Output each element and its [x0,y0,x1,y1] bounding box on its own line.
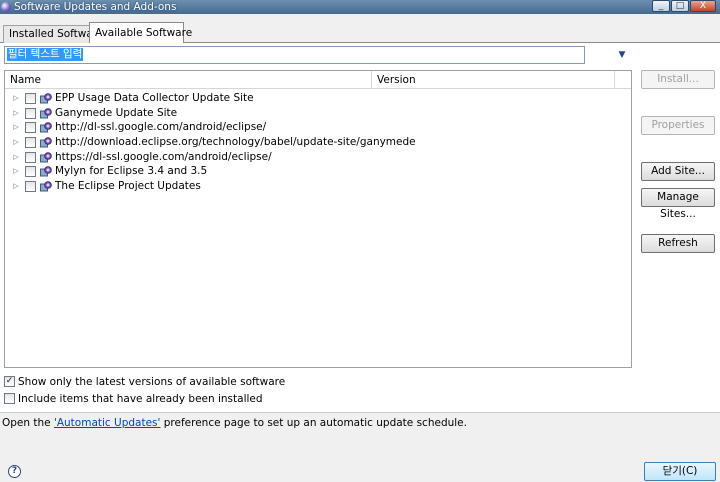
hint-suffix: preference page to set up an automatic u… [160,417,467,429]
update-site-icon [40,181,52,192]
row-name: https://dl-ssl.google.com/android/eclips… [55,150,272,163]
table-row[interactable]: ▷ Mylyn for Eclipse 3.4 and 3.5 [5,164,631,179]
add-site-button[interactable]: Add Site... [641,162,715,181]
close-button[interactable]: 닫기(C) [644,462,716,481]
row-checkbox[interactable] [25,107,36,119]
update-site-icon [40,166,52,177]
filter-input[interactable]: 필터 텍스트 입력 [4,46,585,64]
install-button[interactable]: Install... [641,70,715,89]
row-checkbox[interactable] [25,137,36,149]
row-checkbox[interactable] [25,93,36,104]
automatic-updates-hint: Open the 'Automatic Updates' preference … [2,416,467,430]
tab-installed-software[interactable]: Installed Software [3,25,103,43]
manage-sites-button[interactable]: Manage Sites... [641,188,715,220]
row-name: http://dl-ssl.google.com/android/eclipse… [55,121,267,134]
tab-available-software[interactable]: Available Software [89,22,192,43]
expand-triangle-icon[interactable]: ▷ [12,135,20,150]
automatic-updates-link[interactable]: 'Automatic Updates' [54,417,160,429]
row-name: http://download.eclipse.org/technology/b… [55,136,416,149]
table-row[interactable]: ▷ http://dl-ssl.google.com/android/eclips… [5,120,631,135]
divider [0,412,720,413]
row-name: Mylyn for Eclipse 3.4 and 3.5 [55,165,208,178]
table-row[interactable]: ▷ https://dl-ssl.google.com/android/eclip… [5,150,631,165]
table-row[interactable]: ▷ The Eclipse Project Updates [5,179,631,194]
title-bar: Software Updates and Add-ons _ □ X [0,0,720,14]
update-site-icon [40,93,52,104]
tab-label: Available Software [95,27,193,39]
row-checkbox[interactable] [25,181,36,193]
update-site-icon [40,151,52,163]
expand-triangle-icon[interactable]: ▷ [12,120,20,135]
close-window-button[interactable]: X [690,0,716,12]
expand-triangle-icon[interactable]: ▷ [12,179,20,194]
eclipse-icon [1,2,11,12]
expand-triangle-icon[interactable]: ▷ [12,106,20,121]
row-name: EPP Usage Data Collector Update Site [55,92,254,104]
row-checkbox[interactable] [25,166,36,178]
minimize-button[interactable]: _ [652,0,670,12]
expand-triangle-icon[interactable]: ▷ [12,91,20,106]
row-name: Ganymede Update Site [55,106,178,119]
window-controls: _ □ X [651,0,716,14]
include-installed-label: Include items that have already been ins… [18,393,263,405]
available-sites-tree[interactable]: Name Version ▷ EPP Usage Data Collector U… [4,70,632,368]
help-icon[interactable]: ? [8,465,21,478]
show-latest-checkbox[interactable]: ✓ [4,376,15,387]
update-site-icon [40,107,52,119]
tree-header: Name Version [5,71,631,89]
filter-text: 필터 텍스트 입력 [7,48,84,61]
row-name: The Eclipse Project Updates [55,180,201,193]
expand-triangle-icon[interactable]: ▷ [12,164,20,179]
table-row[interactable]: ▷ EPP Usage Data Collector Update Site [5,91,631,106]
chevron-down-icon[interactable]: ▼ [616,50,628,60]
row-checkbox[interactable] [25,151,36,163]
column-header-name[interactable]: Name [5,71,372,89]
expand-triangle-icon[interactable]: ▷ [12,150,20,165]
refresh-button[interactable]: Refresh [641,234,715,253]
tree-rows: ▷ EPP Usage Data Collector Update Site ▷ Ga… [5,91,631,194]
column-header-version[interactable]: Version [372,71,615,89]
properties-button[interactable]: Properties [641,116,715,135]
table-row[interactable]: ▷ http://download.eclipse.org/technology/… [5,135,631,150]
include-installed-checkbox[interactable] [4,393,15,404]
update-site-icon [40,137,52,148]
row-checkbox[interactable] [25,122,36,134]
table-row[interactable]: ▷ Ganymede Update Site [5,106,631,121]
hint-prefix: Open the [2,417,54,429]
update-site-icon [40,122,52,133]
show-latest-label: Show only the latest versions of availab… [18,376,286,388]
maximize-button[interactable]: □ [671,0,689,12]
window-title: Software Updates and Add-ons [14,1,177,13]
